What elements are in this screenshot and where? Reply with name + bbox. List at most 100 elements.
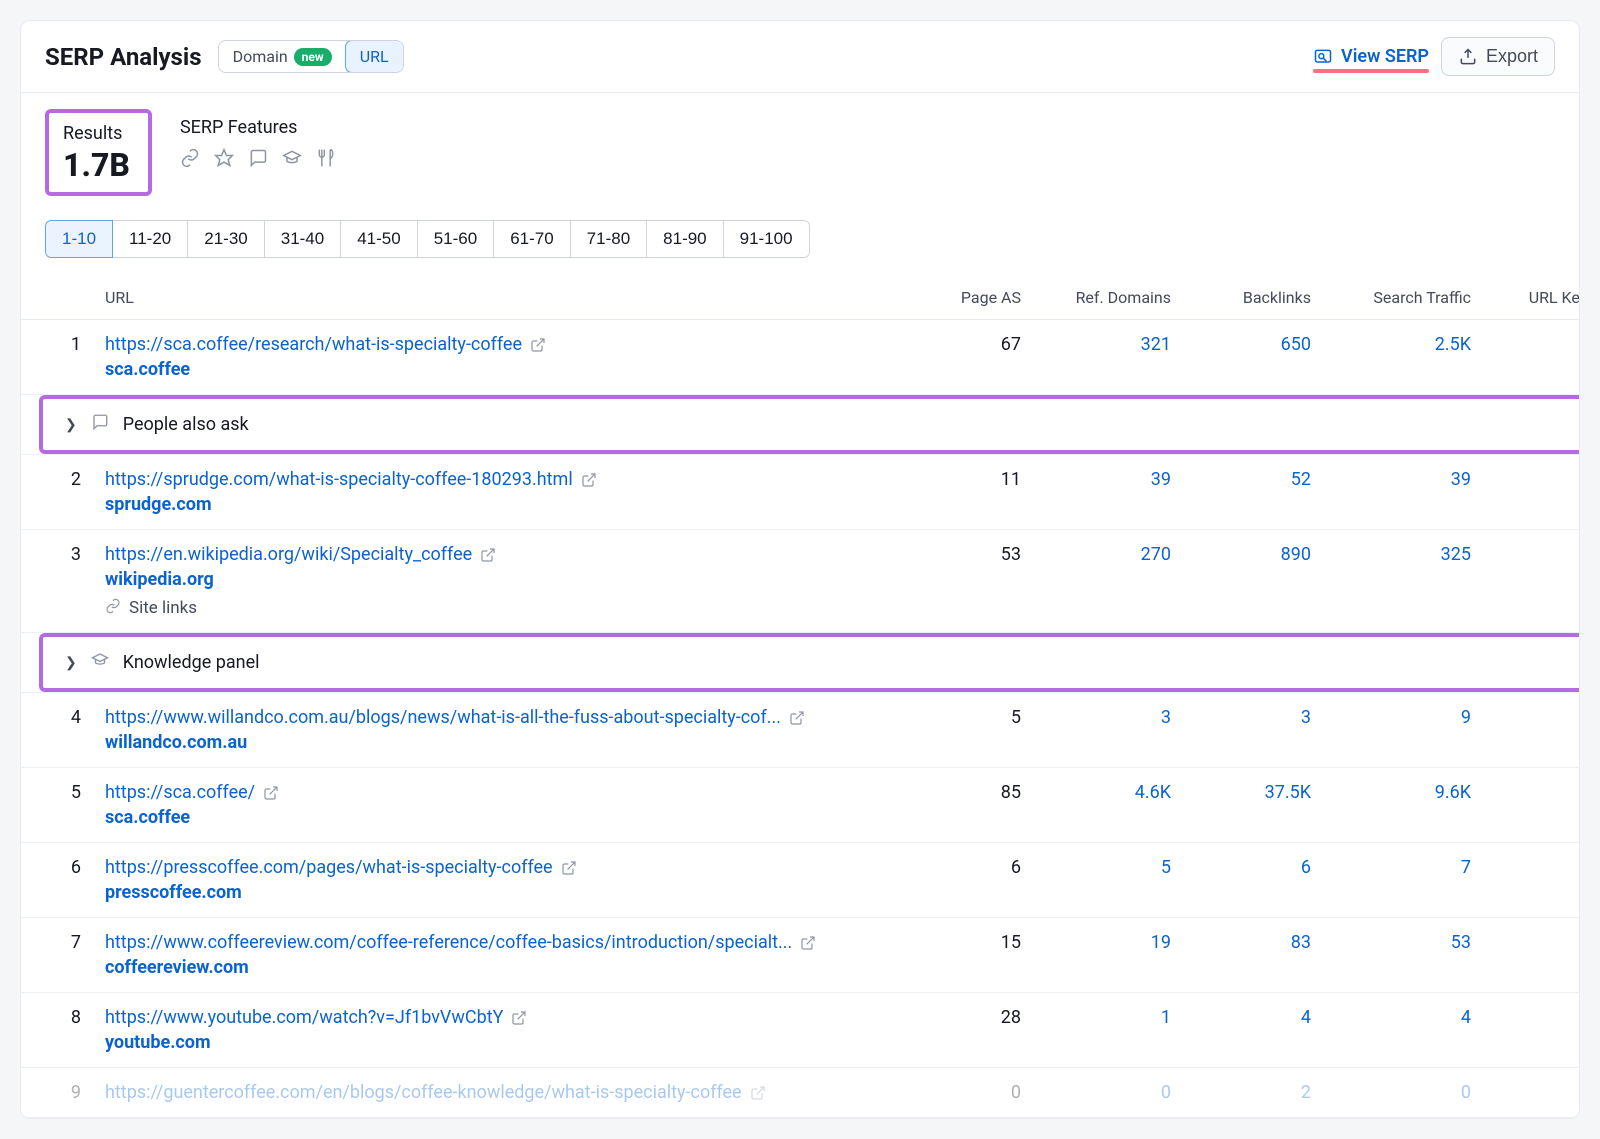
result-domain[interactable]: willandco.com.au bbox=[105, 732, 901, 753]
col-page-as[interactable]: Page AS bbox=[913, 276, 1033, 320]
new-badge: new bbox=[294, 48, 332, 66]
backlinks-link[interactable]: 890 bbox=[1281, 544, 1311, 565]
external-link-icon bbox=[263, 785, 279, 801]
ref-domains-link[interactable]: 19 bbox=[1151, 932, 1171, 953]
result-domain[interactable]: youtube.com bbox=[105, 1032, 901, 1053]
result-domain[interactable]: wikipedia.org bbox=[105, 569, 901, 590]
backlinks-link[interactable]: 2 bbox=[1301, 1082, 1311, 1103]
ref-domains-link[interactable]: 270 bbox=[1141, 544, 1171, 565]
toggle-domain[interactable]: Domain new bbox=[219, 41, 346, 72]
result-domain[interactable]: sprudge.com bbox=[105, 494, 901, 515]
serp-preview-icon bbox=[1313, 47, 1333, 67]
knowledge-panel-row-toggle[interactable]: ❯Knowledge panel bbox=[43, 637, 1580, 688]
ref-domains-cell: 0 bbox=[1033, 1068, 1183, 1118]
results-box: Results 1.7B bbox=[45, 109, 152, 196]
ref-domains-link[interactable]: 3 bbox=[1161, 707, 1171, 728]
result-url-link[interactable]: https://en.wikipedia.org/wiki/Specialty_… bbox=[105, 544, 496, 565]
url-keywords-cell: 12 bbox=[1483, 993, 1580, 1068]
result-url-link[interactable]: https://presscoffee.com/pages/what-is-sp… bbox=[105, 857, 577, 878]
ref-domains-cell: 5 bbox=[1033, 843, 1183, 918]
ref-domains-cell: 321 bbox=[1033, 320, 1183, 395]
backlinks-link[interactable]: 83 bbox=[1291, 932, 1311, 953]
col-search-traffic[interactable]: Search Traffic bbox=[1323, 276, 1483, 320]
backlinks-link[interactable]: 6 bbox=[1301, 857, 1311, 878]
url-keywords-cell: 70 bbox=[1483, 530, 1580, 633]
result-url-link[interactable]: https://www.coffeereview.com/coffee-refe… bbox=[105, 932, 816, 953]
backlinks-cell: 650 bbox=[1183, 320, 1323, 395]
people-also-ask-row-toggle[interactable]: ❯People also ask bbox=[43, 399, 1580, 450]
pager-item[interactable]: 11-20 bbox=[112, 220, 188, 258]
results-label: Results bbox=[63, 123, 130, 144]
backlinks-link[interactable]: 4 bbox=[1301, 1007, 1311, 1028]
result-domain[interactable]: presscoffee.com bbox=[105, 882, 901, 903]
backlinks-cell: 3 bbox=[1183, 693, 1323, 768]
url-cell: https://sprudge.com/what-is-specialty-co… bbox=[93, 455, 913, 530]
search-traffic-link[interactable]: 7 bbox=[1461, 857, 1471, 878]
ref-domains-link[interactable]: 5 bbox=[1161, 857, 1171, 878]
pager-item[interactable]: 71-80 bbox=[570, 220, 647, 258]
ref-domains-link[interactable]: 321 bbox=[1141, 334, 1171, 355]
page-as-cell: 67 bbox=[913, 320, 1033, 395]
page-title: SERP Analysis bbox=[45, 43, 202, 71]
knowledge-panel-row-icon bbox=[91, 651, 109, 674]
backlinks-cell: 37.5K bbox=[1183, 768, 1323, 843]
col-ref-domains[interactable]: Ref. Domains bbox=[1033, 276, 1183, 320]
result-domain[interactable]: coffeereview.com bbox=[105, 957, 901, 978]
rank-cell: 7 bbox=[21, 918, 93, 993]
rank-cell: 6 bbox=[21, 843, 93, 918]
result-url-link[interactable]: https://www.willandco.com.au/blogs/news/… bbox=[105, 707, 805, 728]
result-domain[interactable]: sca.coffee bbox=[105, 807, 901, 828]
ref-domains-link[interactable]: 0 bbox=[1161, 1082, 1171, 1103]
search-traffic-link[interactable]: 325 bbox=[1441, 544, 1471, 565]
view-serp-label: View SERP bbox=[1341, 46, 1429, 67]
search-traffic-link[interactable]: 4 bbox=[1461, 1007, 1471, 1028]
external-link-icon bbox=[480, 547, 496, 563]
backlinks-link[interactable]: 3 bbox=[1301, 707, 1311, 728]
pager-item[interactable]: 21-30 bbox=[187, 220, 264, 258]
rank-cell: 3 bbox=[21, 530, 93, 633]
col-backlinks[interactable]: Backlinks bbox=[1183, 276, 1323, 320]
result-url-link[interactable]: https://sca.coffee/ bbox=[105, 782, 279, 803]
export-icon bbox=[1458, 47, 1478, 67]
search-traffic-cell: 2.5K bbox=[1323, 320, 1483, 395]
search-traffic-link[interactable]: 0 bbox=[1461, 1082, 1471, 1103]
backlinks-link[interactable]: 650 bbox=[1281, 334, 1311, 355]
ref-domains-cell: 19 bbox=[1033, 918, 1183, 993]
backlinks-link[interactable]: 52 bbox=[1291, 469, 1311, 490]
toggle-url[interactable]: URL bbox=[345, 40, 404, 73]
search-traffic-link[interactable]: 9.6K bbox=[1435, 782, 1471, 803]
pager-item[interactable]: 81-90 bbox=[646, 220, 723, 258]
result-url-link[interactable]: https://sca.coffee/research/what-is-spec… bbox=[105, 334, 546, 355]
pager-item[interactable]: 61-70 bbox=[493, 220, 570, 258]
page-as-cell: 28 bbox=[913, 993, 1033, 1068]
pager-item[interactable]: 51-60 bbox=[417, 220, 494, 258]
result-url-link[interactable]: https://guentercoffee.com/en/blogs/coffe… bbox=[105, 1082, 766, 1103]
result-url-link[interactable]: https://www.youtube.com/watch?v=Jf1bvVwC… bbox=[105, 1007, 527, 1028]
search-traffic-link[interactable]: 39 bbox=[1451, 469, 1471, 490]
col-url-keywords[interactable]: URL Keywords bbox=[1483, 276, 1580, 320]
result-url-link[interactable]: https://sprudge.com/what-is-specialty-co… bbox=[105, 469, 597, 490]
search-traffic-link[interactable]: 53 bbox=[1451, 932, 1471, 953]
view-serp-link[interactable]: View SERP bbox=[1313, 46, 1429, 67]
pager-item[interactable]: 1-10 bbox=[45, 220, 113, 258]
backlinks-link[interactable]: 37.5K bbox=[1265, 782, 1311, 803]
export-button[interactable]: Export bbox=[1441, 37, 1555, 76]
ref-domains-link[interactable]: 1 bbox=[1161, 1007, 1171, 1028]
pager-item[interactable]: 41-50 bbox=[340, 220, 417, 258]
table-row: 7 https://www.coffeereview.com/coffee-ref… bbox=[21, 918, 1580, 993]
pager-item[interactable]: 91-100 bbox=[723, 220, 810, 258]
search-traffic-link[interactable]: 2.5K bbox=[1435, 334, 1471, 355]
ref-domains-link[interactable]: 4.6K bbox=[1135, 782, 1171, 803]
ref-domains-link[interactable]: 39 bbox=[1151, 469, 1171, 490]
domain-url-toggle: Domain new URL bbox=[218, 40, 404, 73]
col-url[interactable]: URL bbox=[93, 276, 913, 320]
pager-item[interactable]: 31-40 bbox=[264, 220, 341, 258]
search-traffic-link[interactable]: 9 bbox=[1461, 707, 1471, 728]
external-link-icon bbox=[581, 472, 597, 488]
url-keywords-cell: 13 bbox=[1483, 693, 1580, 768]
ref-domains-cell: 4.6K bbox=[1033, 768, 1183, 843]
result-domain[interactable]: sca.coffee bbox=[105, 359, 901, 380]
page-as-cell: 85 bbox=[913, 768, 1033, 843]
people-also-ask-row-icon bbox=[91, 413, 109, 436]
table-row: 5https://sca.coffee/ sca.coffee854.6K37.… bbox=[21, 768, 1580, 843]
